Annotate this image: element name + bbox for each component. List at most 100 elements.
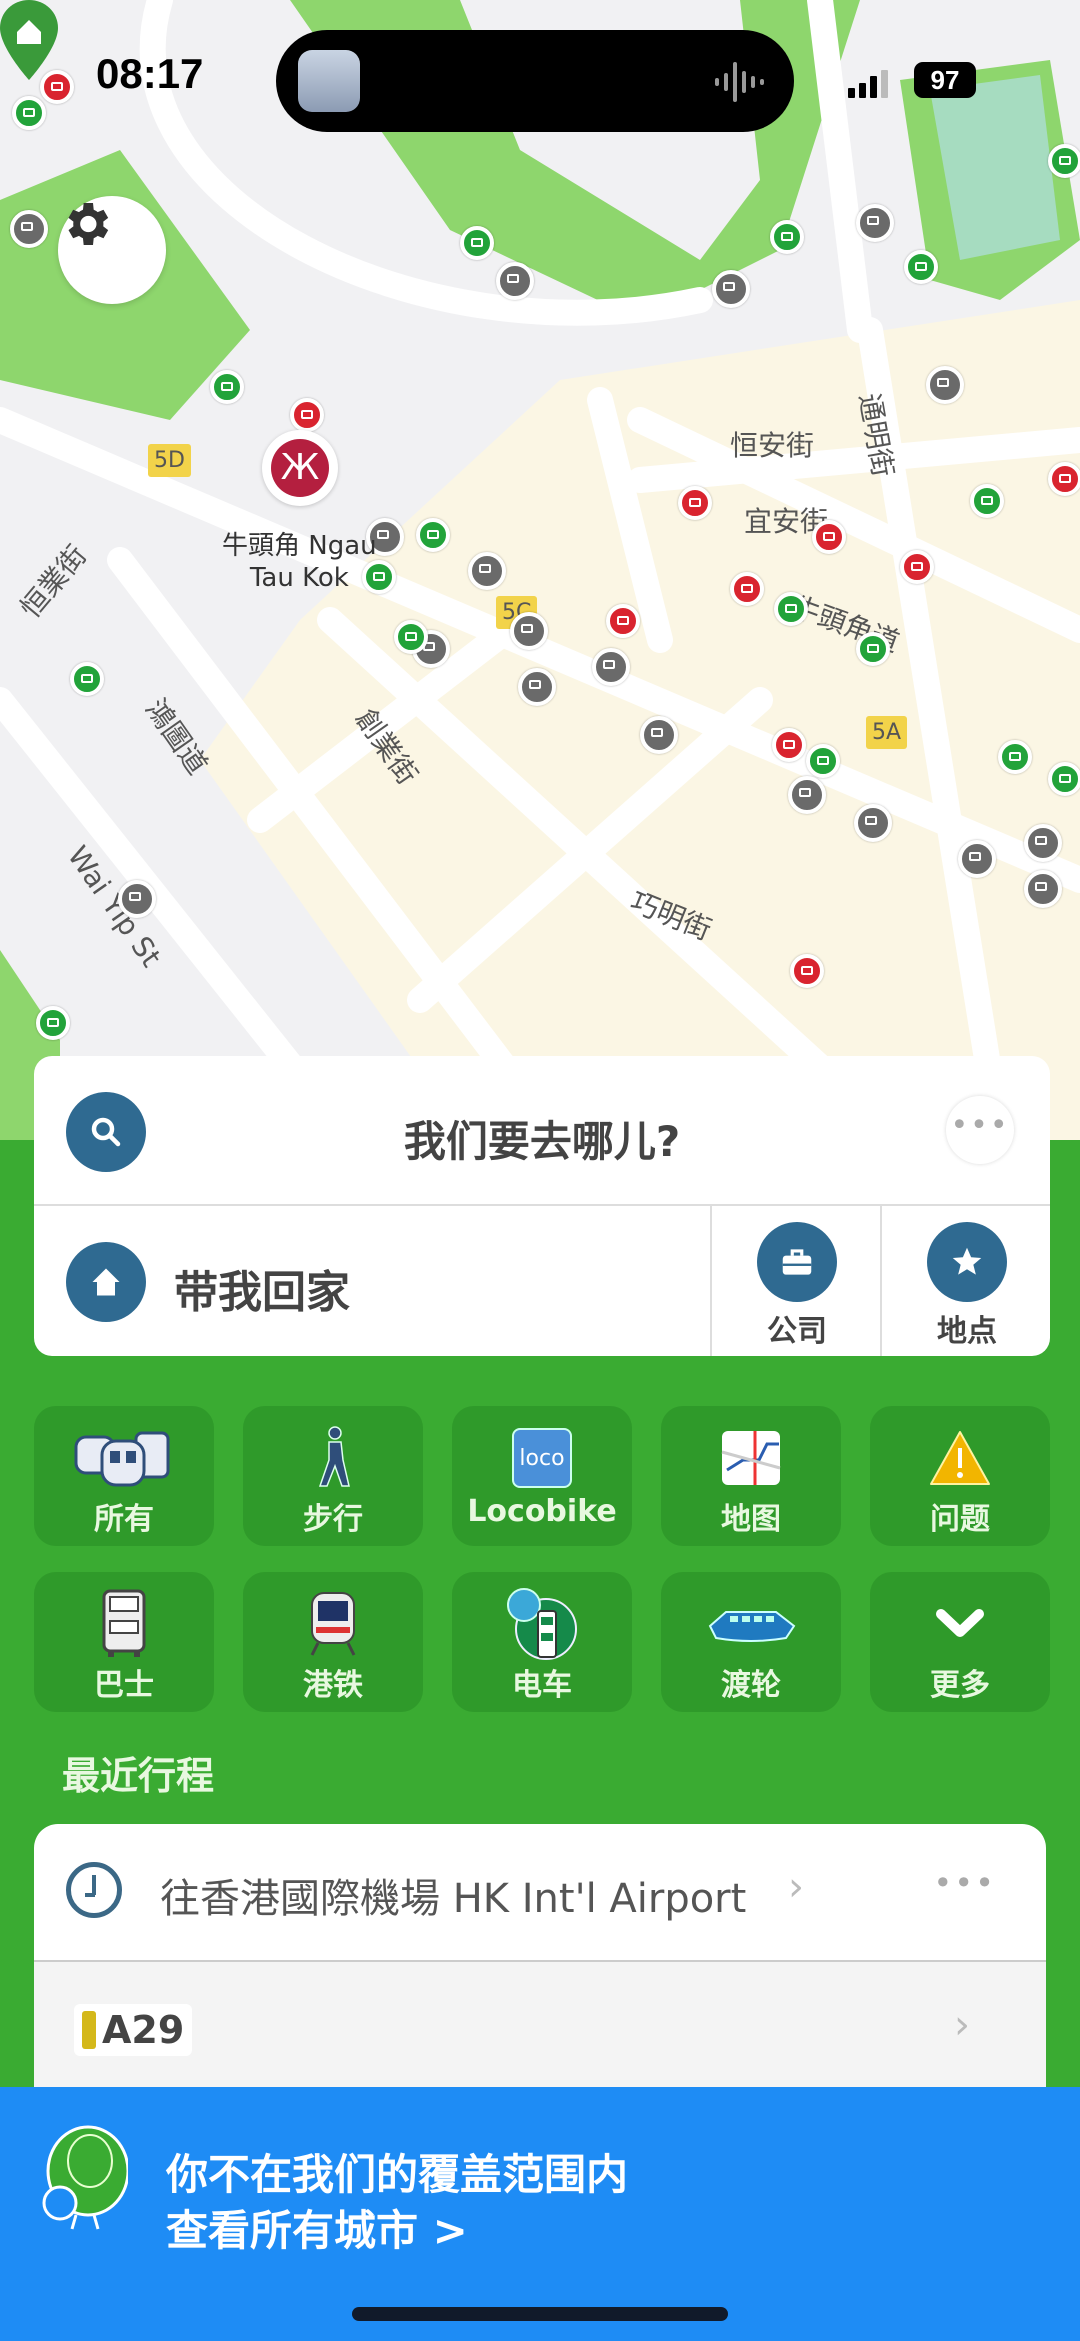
locobike-icon: loco [452, 1428, 632, 1488]
tram-icon [452, 1588, 632, 1660]
bus-stop-icon[interactable] [592, 648, 630, 686]
ferry-icon [661, 1594, 841, 1654]
mode-map[interactable]: 地图 [661, 1406, 841, 1546]
settings-button[interactable] [58, 196, 166, 304]
chevron-right-icon: › [954, 2002, 970, 2048]
bus-stop-icon[interactable] [958, 840, 996, 878]
more-options-button[interactable]: ••• [946, 1096, 1014, 1164]
bus-stop-icon[interactable] [12, 96, 46, 130]
bus-stop-icon[interactable] [70, 662, 104, 696]
bus-stop-icon[interactable] [606, 604, 640, 638]
mode-issues[interactable]: 问题 [870, 1406, 1050, 1546]
places-label: 地点 [937, 1314, 997, 1349]
mtr-train-icon [243, 1592, 423, 1656]
bus-stop-icon[interactable] [118, 880, 156, 918]
work-label: 公司 [767, 1314, 827, 1349]
dynamic-island[interactable] [276, 30, 794, 132]
bus-icon [34, 1589, 214, 1657]
map-view[interactable]: 恒安街 宜安街 通明街 牛頭角道 恒業街 創業街 鴻圖道 巧明街 Wai Yip… [0, 0, 1080, 1140]
recent-trip-item[interactable]: 往香港國際機場 HK Int'l Airport › ••• [34, 1824, 1046, 1962]
bus-stop-icon[interactable] [790, 954, 824, 988]
view-all-cities-link[interactable]: 查看所有城市 > [166, 2197, 468, 2258]
bus-stop-icon[interactable] [394, 620, 428, 654]
bus-stop-icon[interactable] [10, 210, 48, 248]
bus-stop-icon[interactable] [730, 572, 764, 606]
mode-tram[interactable]: 电车 [452, 1572, 632, 1712]
gear-icon [68, 203, 109, 245]
audio-waveform-icon [715, 62, 764, 102]
clock-icon [66, 1862, 122, 1918]
bus-stop-icon[interactable] [468, 552, 506, 590]
briefcase-icon [757, 1222, 837, 1302]
battery-indicator: 97 [914, 62, 976, 98]
bus-stop-icon[interactable] [640, 716, 678, 754]
bus-stop-icon[interactable] [518, 668, 556, 706]
bus-stop-icon[interactable] [460, 226, 494, 260]
search-card: 我们要去哪儿? ••• 带我回家 公司 地点 [34, 1056, 1050, 1356]
bus-stop-icon[interactable] [806, 744, 840, 778]
bus-stop-icon[interactable] [812, 520, 846, 554]
bus-stop-icon[interactable] [416, 518, 450, 552]
mode-walk[interactable]: 步行 [243, 1406, 423, 1546]
warning-icon [870, 1428, 1050, 1488]
transport-mode-grid: 所有 步行 loco Locobike 地图 问题 巴士 港铁 电车 渡轮 更多 [34, 1406, 1050, 1712]
take-me-home-button[interactable]: 带我回家 [34, 1206, 710, 1356]
bus-stop-icon[interactable] [678, 486, 712, 520]
mode-bus[interactable]: 巴士 [34, 1572, 214, 1712]
station-label: 牛頭角 Ngau Tau Kok [222, 531, 377, 593]
bus-stop-icon[interactable] [36, 1006, 70, 1040]
mode-more[interactable]: 更多 [870, 1572, 1050, 1712]
exit-tag: 5A [866, 716, 908, 749]
bus-stop-icon[interactable] [788, 776, 826, 814]
bus-stop-icon[interactable] [210, 370, 244, 404]
mode-ferry[interactable]: 渡轮 [661, 1572, 841, 1712]
star-icon [927, 1222, 1007, 1302]
work-shortcut-button[interactable]: 公司 [710, 1206, 882, 1356]
all-transit-icon [34, 1428, 214, 1488]
bus-stop-icon[interactable] [770, 220, 804, 254]
search-placeholder[interactable]: 我们要去哪儿? [34, 1108, 1050, 1169]
exit-tag: 5D [148, 444, 191, 477]
bus-stop-icon[interactable] [1048, 144, 1080, 178]
bus-stop-icon[interactable] [496, 262, 534, 300]
bus-stop-icon[interactable] [970, 484, 1004, 518]
walk-icon [243, 1426, 423, 1488]
bus-stop-icon[interactable] [854, 804, 892, 842]
home-pin-icon[interactable] [0, 0, 58, 80]
route-badge: A29 [74, 2004, 193, 2056]
home-icon [66, 1242, 146, 1322]
places-shortcut-button[interactable]: 地点 [880, 1206, 1050, 1356]
chevron-right-icon: › [788, 1864, 804, 1910]
bus-stop-icon[interactable] [998, 740, 1032, 774]
bus-stop-icon[interactable] [856, 632, 890, 666]
status-time: 08:17 [96, 50, 204, 97]
bus-stop-icon[interactable] [1024, 870, 1062, 908]
bus-stop-icon[interactable] [772, 728, 806, 762]
bus-stop-icon[interactable] [926, 366, 964, 404]
map-icon [661, 1428, 841, 1488]
recent-trips-list: 往香港國際機場 HK Int'l Airport › ••• A29 › [34, 1824, 1046, 2094]
mode-mtr[interactable]: 港铁 [243, 1572, 423, 1712]
bus-stop-icon[interactable] [1024, 824, 1062, 862]
bus-stop-icon[interactable] [856, 204, 894, 242]
bus-stop-icon[interactable] [1048, 762, 1080, 796]
bus-stop-icon[interactable] [712, 270, 750, 308]
bus-stop-icon[interactable] [510, 612, 548, 650]
bus-route-icon [82, 2011, 96, 2049]
bus-stop-icon[interactable] [904, 250, 938, 284]
recent-more-button[interactable]: ••• [933, 1864, 996, 1902]
mode-locobike[interactable]: loco Locobike [452, 1406, 632, 1546]
coverage-banner[interactable]: 你不在我们的覆盖范围内 查看所有城市 > [0, 2087, 1080, 2341]
bus-stop-icon[interactable] [900, 550, 934, 584]
mode-all[interactable]: 所有 [34, 1406, 214, 1546]
chevron-down-icon [870, 1594, 1050, 1654]
bus-stop-icon[interactable] [774, 592, 808, 626]
bus-stop-icon[interactable] [290, 398, 324, 432]
coverage-message: 你不在我们的覆盖范围内 [166, 2150, 629, 2199]
mtr-station-pin[interactable]: Ж [262, 430, 338, 506]
search-bar[interactable]: 我们要去哪儿? ••• [34, 1056, 1050, 1206]
cellular-signal-icon [848, 70, 888, 98]
road-label: 恒安街 [730, 429, 815, 462]
home-indicator[interactable] [352, 2307, 728, 2321]
bus-stop-icon[interactable] [1048, 462, 1080, 496]
